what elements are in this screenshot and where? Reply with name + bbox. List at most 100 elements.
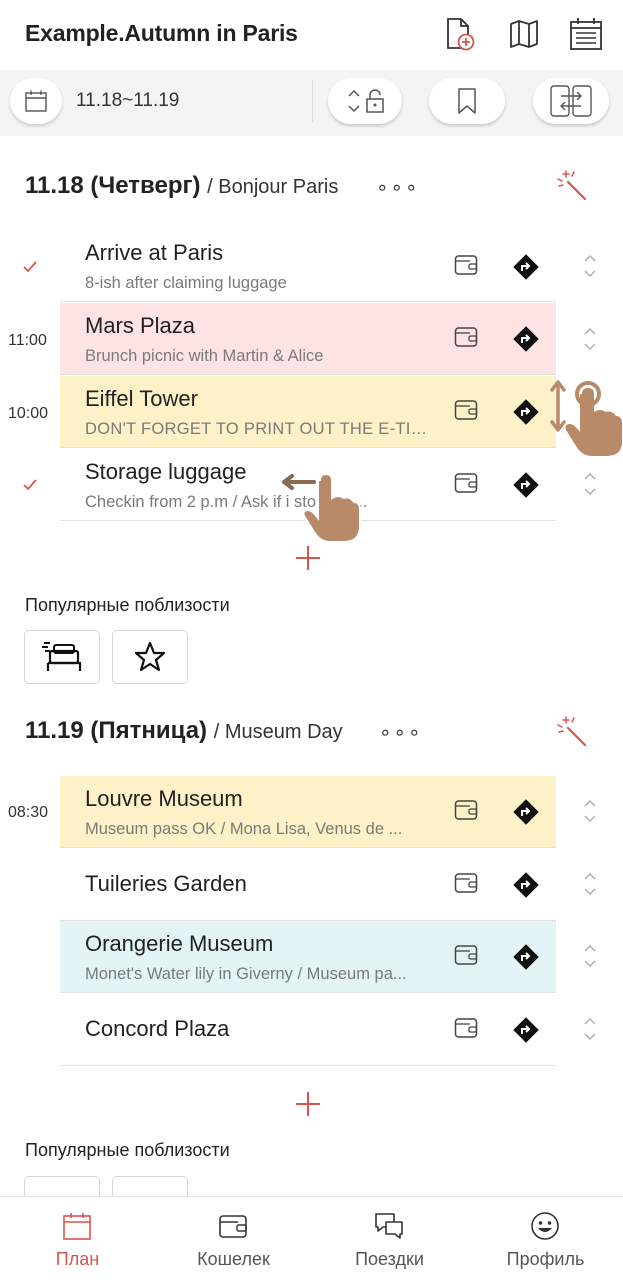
day-more-button[interactable]: ∘∘∘ — [376, 175, 420, 200]
item-time: 10:00 — [8, 405, 49, 422]
nearby-hotels-button[interactable] — [24, 630, 100, 684]
day-header: 11.19 (Пятница) / Museum Day — [25, 717, 343, 745]
directions-icon[interactable] — [512, 398, 540, 426]
star-icon — [134, 641, 166, 672]
drag-handle-icon[interactable] — [580, 252, 600, 280]
directions-icon[interactable] — [512, 798, 540, 826]
list-item[interactable]: Concord Plaza — [60, 994, 556, 1066]
wallet-icon[interactable] — [454, 944, 478, 966]
swap-view-icon — [550, 85, 592, 117]
nav-label: Поездки — [355, 1249, 424, 1269]
day-date: 11.19 — [25, 717, 84, 744]
page-title: Example.Autumn in Paris — [25, 20, 298, 46]
item-title: Tuileries Garden — [85, 871, 247, 896]
item-title: Mars Plaza — [85, 313, 196, 338]
swap-view-button[interactable] — [533, 78, 609, 124]
wallet-icon[interactable] — [454, 472, 478, 494]
item-subtitle: Museum pass OK / Mona Lisa, Venus de ... — [85, 820, 403, 838]
item-subtitle: Checkin from 2 p.m / Ask if i storage ..… — [85, 493, 368, 511]
map-icon[interactable] — [506, 16, 542, 52]
list-item[interactable]: Arrive at Paris 8-ish after claiming lug… — [60, 230, 556, 302]
list-item[interactable]: Tuileries Garden — [60, 849, 556, 921]
drag-handle-icon[interactable] — [580, 797, 600, 825]
swipe-gesture-hint-icon — [282, 472, 361, 543]
day-name: (Пятница) — [90, 717, 208, 744]
calendar-icon — [25, 90, 47, 112]
nav-trips[interactable]: Поездки — [312, 1197, 467, 1280]
wallet-icon[interactable] — [454, 326, 478, 348]
top-bar: Example.Autumn in Paris — [0, 0, 623, 70]
wallet-icon[interactable] — [454, 799, 478, 821]
wallet-icon[interactable] — [454, 1017, 478, 1039]
bed-icon — [42, 642, 82, 671]
drag-handle-icon[interactable] — [580, 470, 600, 498]
nav-label: План — [55, 1249, 100, 1269]
nav-wallet[interactable]: Кошелек — [156, 1197, 311, 1280]
item-title: Storage luggage — [85, 459, 247, 484]
drag-handle-icon[interactable] — [580, 325, 600, 353]
item-time: 08:30 — [8, 804, 49, 821]
item-subtitle: Brunch picnic with Martin & Alice — [85, 347, 324, 365]
item-time: 11:00 — [8, 332, 47, 349]
directions-icon[interactable] — [512, 325, 540, 353]
day-name: (Четверг) — [90, 172, 201, 199]
list-item[interactable]: Louvre Museum Museum pass OK / Mona Lisa… — [60, 776, 556, 848]
wallet-icon[interactable] — [454, 872, 478, 894]
date-range[interactable]: 11.18~11.19 — [76, 90, 179, 112]
item-title: Arrive at Paris — [85, 240, 224, 265]
item-subtitle: 8-ish after claiming luggage — [85, 274, 287, 292]
check-icon[interactable] — [22, 478, 38, 492]
nearby-favorites-button[interactable] — [112, 630, 188, 684]
toolbar: 11.18~11.19 — [0, 70, 623, 136]
day-subtitle: / Museum Day — [213, 721, 343, 743]
directions-icon[interactable] — [512, 943, 540, 971]
item-subtitle: Monet's Water lily in Giverny / Museum p… — [85, 965, 407, 983]
item-title: Concord Plaza — [85, 1016, 230, 1041]
magic-wand-icon[interactable] — [554, 714, 588, 748]
day-subtitle: / Bonjour Paris — [207, 176, 339, 198]
item-title: Eiffel Tower — [85, 386, 198, 411]
check-icon[interactable] — [22, 260, 38, 274]
nearby-label: Популярные поблизости — [25, 595, 230, 615]
day-more-button[interactable]: ∘∘∘ — [379, 720, 423, 745]
list-item[interactable]: Mars Plaza Brunch picnic with Martin & A… — [60, 303, 556, 375]
drag-handle-icon[interactable] — [580, 942, 600, 970]
nav-plan[interactable]: План — [0, 1197, 155, 1280]
calendar-button[interactable] — [10, 78, 62, 124]
item-title: Louvre Museum — [85, 786, 243, 811]
wallet-icon[interactable] — [454, 254, 478, 276]
nearby-label: Популярные поблизости — [25, 1140, 230, 1160]
smiley-icon — [531, 1212, 559, 1240]
new-document-icon[interactable] — [440, 16, 476, 52]
add-item-button[interactable] — [294, 544, 322, 572]
drag-handle-icon[interactable] — [580, 1015, 600, 1043]
nav-profile[interactable]: Профиль — [468, 1197, 623, 1280]
drag-gesture-hint-icon — [550, 380, 622, 456]
nav-label: Кошелек — [197, 1249, 270, 1269]
day-header: 11.18 (Четверг) / Bonjour Paris — [25, 172, 338, 200]
list-item[interactable]: Orangerie Museum Monet's Water lily in G… — [60, 921, 556, 993]
bottom-navigation: План Кошелек Поездки Профиль — [0, 1196, 623, 1280]
directions-icon[interactable] — [512, 471, 540, 499]
calendar-list-icon[interactable] — [568, 16, 604, 52]
add-item-button[interactable] — [294, 1090, 322, 1118]
bookmark-icon — [458, 88, 476, 114]
directions-icon[interactable] — [512, 871, 540, 899]
directions-icon[interactable] — [512, 253, 540, 281]
directions-icon[interactable] — [512, 1016, 540, 1044]
magic-wand-icon[interactable] — [554, 168, 588, 202]
item-subtitle: DON'T FORGET TO PRINT OUT THE E-TIC... — [85, 420, 430, 438]
sort-lock-icon — [348, 89, 384, 113]
sort-lock-button[interactable] — [328, 78, 402, 124]
list-item[interactable]: Eiffel Tower DON'T FORGET TO PRINT OUT T… — [60, 376, 556, 448]
chat-bubbles-icon — [375, 1213, 403, 1239]
wallet-icon — [219, 1215, 247, 1238]
bookmark-button[interactable] — [429, 78, 505, 124]
nav-label: Профиль — [506, 1249, 585, 1269]
divider — [312, 80, 313, 122]
wallet-icon[interactable] — [454, 399, 478, 421]
drag-handle-icon[interactable] — [580, 870, 600, 898]
plan-calendar-icon — [63, 1213, 91, 1240]
day-date: 11.18 — [25, 172, 84, 199]
item-title: Orangerie Museum — [85, 931, 274, 956]
